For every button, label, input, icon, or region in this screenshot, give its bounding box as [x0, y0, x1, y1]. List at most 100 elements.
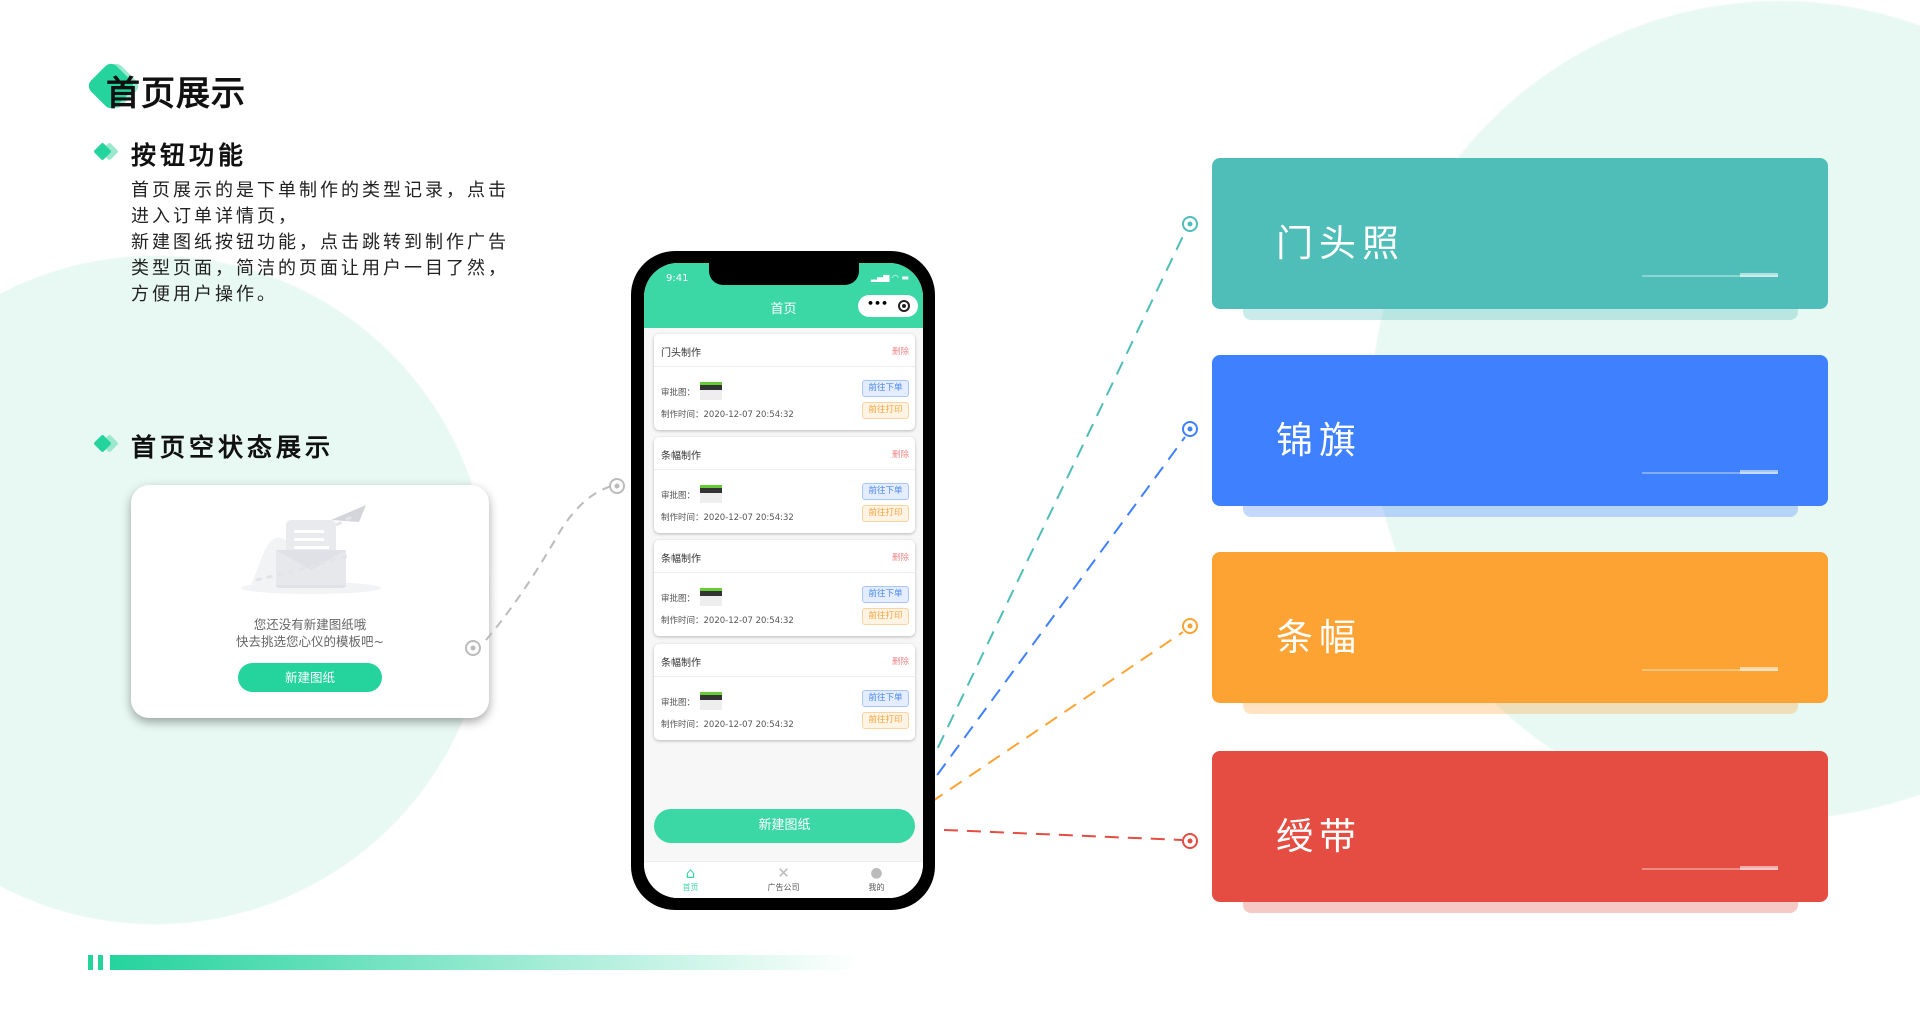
connector-dot — [1182, 833, 1198, 849]
footer-bar-mark — [88, 955, 93, 970]
user-icon: ● — [870, 865, 883, 881]
footer-bar-mark — [98, 955, 103, 970]
go-order-button[interactable]: 前往下单 — [862, 690, 909, 707]
connector-dot — [609, 478, 625, 494]
phone-mockup: 9:41 ▂▄▆ ◠ ▬ 首页 ••• 门头制作 删除 审批图： 制作时间：20… — [631, 251, 935, 910]
connector-dot — [1182, 618, 1198, 634]
category-label: 门头照 — [1276, 222, 1405, 265]
divider — [654, 366, 915, 367]
image-label: 审批图： — [661, 594, 696, 604]
envelope-paper-plane-icon — [241, 505, 381, 594]
time-label-text: 制作时间： — [661, 616, 704, 626]
home-icon: ⌂ — [685, 864, 696, 882]
section-heading: 按钮功能 — [131, 141, 248, 170]
order-title: 门头制作 — [661, 348, 701, 359]
connector-line-red — [897, 827, 1183, 841]
description-line: 新建图纸按钮功能，点击跳转到制作广告类型页面，简洁的页面让用户一目了然，方便用户… — [131, 232, 509, 305]
time-label: 制作时间：2020-12-07 20:54:32 — [661, 614, 794, 626]
status-icons: ▂▄▆ ◠ ▬ — [870, 273, 909, 282]
empty-state-card: 您还没有新建图纸哦 快去挑选您心仪的模板吧~ 新建图纸 — [131, 485, 489, 718]
order-time: 2020-12-07 20:54:32 — [703, 616, 794, 626]
phone-notch — [709, 263, 859, 285]
time-label: 制作时间：2020-12-07 20:54:32 — [661, 718, 794, 730]
tab-mine[interactable]: ● 我的 — [830, 862, 923, 898]
divider — [654, 676, 915, 677]
more-dots-icon[interactable]: ••• — [867, 293, 888, 315]
approval-thumbnail[interactable] — [700, 588, 722, 606]
footer-gradient-bar — [110, 955, 860, 970]
page-title: 首页展示 — [106, 74, 246, 114]
description-line: 首页展示的是下单制作的类型记录，点击进入订单详情页， — [131, 180, 509, 227]
category-card[interactable]: 绶带 — [1212, 751, 1828, 902]
connector-line-empty — [485, 485, 613, 641]
category-label: 锦旗 — [1276, 419, 1362, 462]
order-card[interactable]: 条幅制作 删除 审批图： 制作时间：2020-12-07 20:54:32 前往… — [654, 644, 915, 740]
delete-button[interactable]: 删除 — [892, 345, 909, 357]
go-print-button[interactable]: 前往打印 — [862, 712, 909, 729]
empty-line2: 快去挑选您心仪的模板吧~ — [236, 634, 384, 649]
tools-icon: ✕ — [777, 864, 790, 882]
time-label: 制作时间：2020-12-07 20:54:32 — [661, 511, 794, 523]
approval-thumbnail[interactable] — [700, 692, 722, 710]
tab-label: 首页 — [682, 883, 699, 892]
new-drawing-button[interactable]: 新建图纸 — [238, 663, 382, 692]
phone-screen: 9:41 ▂▄▆ ◠ ▬ 首页 ••• 门头制作 删除 审批图： 制作时间：20… — [644, 263, 923, 898]
category-label: 条幅 — [1276, 616, 1362, 659]
tab-bar: ⌂ 首页 ✕ 广告公司 ● 我的 — [644, 861, 923, 898]
image-label: 审批图： — [661, 698, 696, 708]
section-heading: 首页空状态展示 — [131, 433, 335, 462]
divider — [654, 469, 915, 470]
delete-button[interactable]: 删除 — [892, 655, 909, 667]
order-title: 条幅制作 — [661, 658, 701, 669]
approval-thumbnail[interactable] — [700, 485, 722, 503]
go-print-button[interactable]: 前往打印 — [862, 402, 909, 419]
decor-line — [1740, 273, 1778, 277]
category-card[interactable]: 条幅 — [1212, 552, 1828, 703]
go-order-button[interactable]: 前往下单 — [862, 586, 909, 603]
delete-button[interactable]: 删除 — [892, 551, 909, 563]
section-description: 首页展示的是下单制作的类型记录，点击进入订单详情页， 新建图纸按钮功能，点击跳转… — [131, 178, 516, 308]
time-label-text: 制作时间： — [661, 513, 704, 523]
empty-line1: 您还没有新建图纸哦 — [253, 617, 367, 632]
tab-label: 广告公司 — [767, 883, 800, 892]
decor-line — [1740, 667, 1778, 671]
order-time: 2020-12-07 20:54:32 — [703, 720, 794, 730]
go-print-button[interactable]: 前往打印 — [862, 608, 909, 625]
decor-line — [1740, 470, 1778, 474]
category-card[interactable]: 锦旗 — [1212, 355, 1828, 506]
order-card[interactable]: 条幅制作 删除 审批图： 制作时间：2020-12-07 20:54:32 前往… — [654, 540, 915, 636]
connector-dot — [1182, 216, 1198, 232]
time-label-text: 制作时间： — [661, 720, 704, 730]
image-label: 审批图： — [661, 388, 696, 398]
delete-button[interactable]: 删除 — [892, 448, 909, 460]
category-label: 绶带 — [1276, 815, 1362, 858]
category-card[interactable]: 门头照 — [1212, 158, 1828, 309]
time-label-text: 制作时间： — [661, 410, 704, 420]
connector-line-blue — [909, 436, 1186, 813]
order-time: 2020-12-07 20:54:32 — [703, 410, 794, 420]
order-title: 条幅制作 — [661, 554, 701, 565]
tab-home[interactable]: ⌂ 首页 — [644, 862, 737, 898]
go-order-button[interactable]: 前往下单 — [862, 483, 909, 500]
order-card[interactable]: 门头制作 删除 审批图： 制作时间：2020-12-07 20:54:32 前往… — [654, 334, 915, 430]
image-label: 审批图： — [661, 491, 696, 501]
connector-line-orange — [911, 631, 1184, 816]
decor-line — [1740, 866, 1778, 870]
nav-bar: 9:41 ▂▄▆ ◠ ▬ 首页 ••• — [644, 263, 923, 328]
tab-label: 我的 — [868, 883, 885, 892]
divider — [654, 572, 915, 573]
connector-line-teal — [907, 231, 1186, 811]
tab-ad-company[interactable]: ✕ 广告公司 — [737, 862, 830, 898]
status-time: 9:41 — [666, 273, 689, 284]
order-card[interactable]: 条幅制作 删除 审批图： 制作时间：2020-12-07 20:54:32 前往… — [654, 437, 915, 533]
order-time: 2020-12-07 20:54:32 — [703, 513, 794, 523]
capsule-menu[interactable]: ••• — [858, 295, 918, 317]
target-icon[interactable] — [898, 300, 910, 312]
empty-state-message: 您还没有新建图纸哦 快去挑选您心仪的模板吧~ — [131, 616, 489, 650]
time-label: 制作时间：2020-12-07 20:54:32 — [661, 408, 794, 420]
connector-dot — [1182, 421, 1198, 437]
go-order-button[interactable]: 前往下单 — [862, 380, 909, 397]
go-print-button[interactable]: 前往打印 — [862, 505, 909, 522]
approval-thumbnail[interactable] — [700, 382, 722, 400]
new-drawing-button[interactable]: 新建图纸 — [654, 809, 915, 843]
